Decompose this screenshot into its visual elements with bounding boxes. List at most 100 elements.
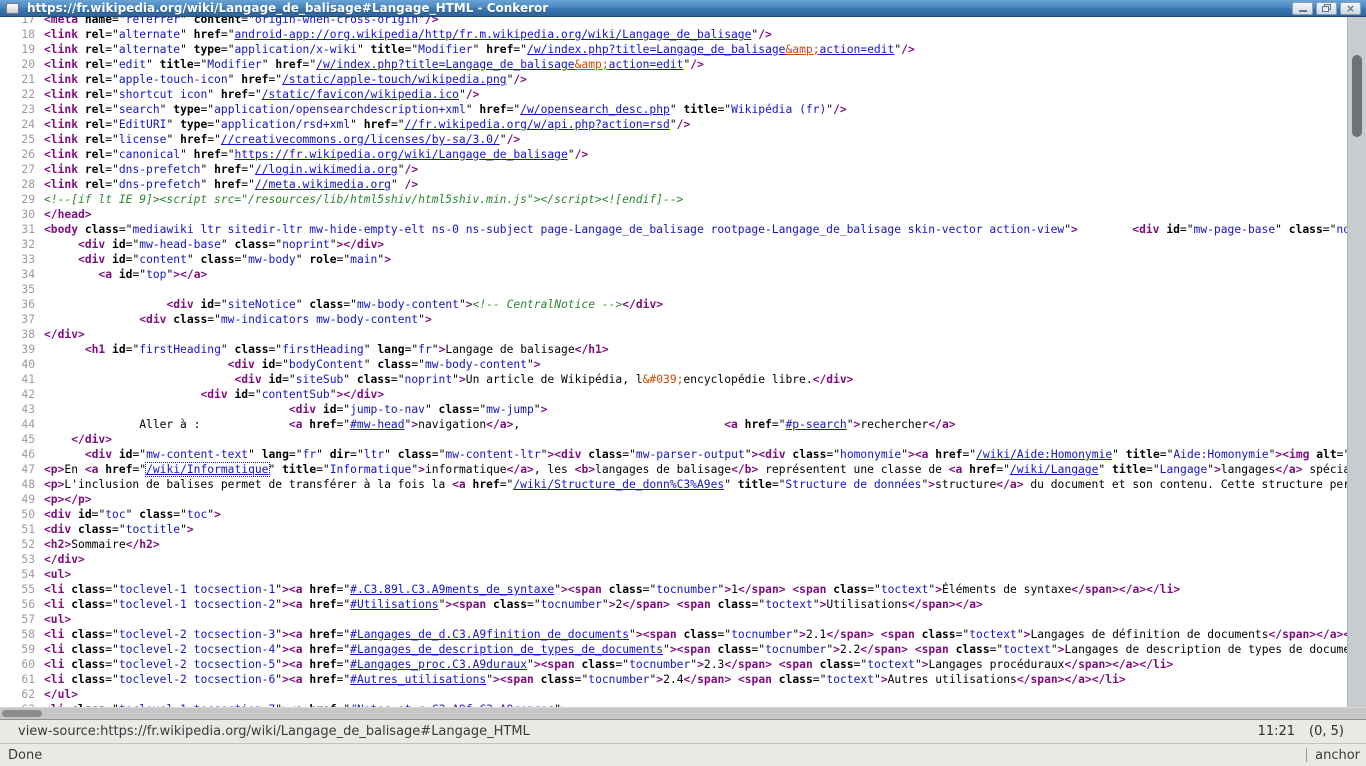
source-line: 53</div> bbox=[0, 552, 1366, 567]
source-token: Éléments de syntaxe bbox=[942, 583, 1071, 596]
mode-indicator: anchor bbox=[1315, 748, 1360, 763]
clock: 11:21 bbox=[1258, 724, 1295, 739]
source-link[interactable]: action=edit bbox=[609, 58, 684, 71]
source-line: 27<link rel="dns-prefetch" href="//login… bbox=[0, 162, 1366, 177]
source-token: dns-prefetch bbox=[119, 178, 201, 191]
source-token: class bbox=[398, 448, 432, 461]
source-link[interactable]: //login.wikimedia.org bbox=[255, 163, 398, 176]
source-link[interactable]: /static/apple-touch/wikipedia.png bbox=[282, 73, 506, 86]
source-token: =" bbox=[337, 628, 351, 641]
source-token: > bbox=[282, 673, 289, 686]
source-token: informatique bbox=[425, 463, 507, 476]
source-token: alt bbox=[1316, 448, 1336, 461]
source-link[interactable]: #Utilisations bbox=[350, 598, 438, 611]
source-link[interactable]: /w/index.php?title=Langage_de_balisage bbox=[316, 58, 574, 71]
source-link[interactable]: //meta.wikimedia.org bbox=[255, 178, 391, 191]
source-token: <p> bbox=[44, 463, 64, 476]
source-link[interactable]: #.C3.89l.C3.A9ments_de_syntaxe bbox=[350, 583, 554, 596]
source-token: class bbox=[541, 673, 575, 686]
source-link[interactable]: &amp; bbox=[575, 58, 609, 71]
minimize-button[interactable] bbox=[1292, 2, 1313, 15]
source-token: <div bbox=[166, 298, 193, 311]
source-link[interactable]: action=edit bbox=[820, 43, 895, 56]
source-token bbox=[44, 448, 85, 461]
source-token: main bbox=[350, 253, 377, 266]
line-number: 52 bbox=[0, 537, 35, 552]
source-token: application/rsd+xml bbox=[221, 118, 350, 131]
source-link[interactable]: /wiki/Informatique bbox=[146, 463, 268, 476]
source-token: href bbox=[309, 418, 336, 431]
restore-button[interactable] bbox=[1316, 2, 1337, 15]
horizontal-scrollbar[interactable] bbox=[0, 707, 1366, 719]
source-link[interactable]: //creativecommons.org/licenses/by-sa/3.0… bbox=[221, 133, 500, 146]
source-view[interactable]: 17<meta name="referrer" content="origin-… bbox=[0, 17, 1366, 707]
source-token: <div bbox=[139, 313, 166, 326]
source-token: 2.2 bbox=[840, 643, 860, 656]
source-token: " bbox=[200, 163, 214, 176]
source-token: class bbox=[139, 508, 173, 521]
source-token: <div bbox=[758, 448, 785, 461]
source-token: En bbox=[64, 463, 84, 476]
source-link[interactable]: https://fr.wikipedia.org/wiki/Langage_de… bbox=[235, 148, 568, 161]
source-token: href bbox=[194, 148, 221, 161]
source-token: > bbox=[799, 628, 806, 641]
source-token: <link bbox=[44, 118, 78, 131]
window-controls: × bbox=[1292, 2, 1366, 15]
source-link[interactable]: /static/favicon/wikipedia.ico bbox=[262, 88, 459, 101]
source-link[interactable]: &amp; bbox=[785, 43, 819, 56]
source-link[interactable]: /wiki/Structure_de_donn%C3%A9es bbox=[513, 478, 724, 491]
source-token: /> bbox=[425, 17, 439, 26]
source-link[interactable]: /wiki/Langage bbox=[1010, 463, 1098, 476]
source-token: " bbox=[262, 58, 276, 71]
source-token: > bbox=[418, 463, 425, 476]
source-token: " bbox=[166, 118, 180, 131]
window-icon bbox=[6, 3, 19, 14]
source-link[interactable]: #p-search bbox=[785, 418, 846, 431]
source-link[interactable]: #Langages_proc.C3.A9duraux bbox=[350, 658, 527, 671]
source-token: Aide:Homonymie bbox=[1173, 448, 1268, 461]
source-link[interactable]: /w/index.php?title=Langage_de_balisage bbox=[527, 43, 785, 56]
source-token bbox=[255, 358, 262, 371]
source-link[interactable]: #Autres_utilisations bbox=[350, 673, 486, 686]
source-link[interactable]: /w/opensearch_desc.php bbox=[520, 103, 670, 116]
vertical-scrollbar[interactable] bbox=[1347, 17, 1366, 707]
source-token: =" bbox=[241, 17, 255, 26]
source-link[interactable]: #mw-head bbox=[350, 418, 404, 431]
source-token: =" bbox=[105, 583, 119, 596]
source-line: 41 <div id="siteSub" class="noprint">Un … bbox=[0, 372, 1366, 387]
source-token: <a bbox=[949, 463, 963, 476]
horizontal-scrollbar-thumb[interactable] bbox=[2, 710, 42, 717]
vertical-scrollbar-thumb[interactable] bbox=[1352, 55, 1362, 137]
source-line: 18<link rel="alternate" href="android-ap… bbox=[0, 27, 1366, 42]
source-token: </div> bbox=[44, 328, 85, 341]
source-link[interactable]: #Langages_de_d.C3.A9finition_de_document… bbox=[350, 628, 629, 641]
source-token: </span> bbox=[1017, 673, 1065, 686]
source-token: /> bbox=[690, 58, 704, 71]
source-token: mw-jump bbox=[486, 403, 534, 416]
titlebar: https://fr.wikipedia.org/wiki/Langage_de… bbox=[0, 0, 1366, 17]
source-link[interactable]: #Langages_de_description_de_types_de_doc… bbox=[350, 643, 663, 656]
source-token: title bbox=[1112, 463, 1146, 476]
line-number: 27 bbox=[0, 162, 35, 177]
source-token: " bbox=[602, 598, 609, 611]
source-token: class bbox=[956, 643, 990, 656]
source-token: lang bbox=[377, 343, 404, 356]
source-token: > bbox=[670, 643, 677, 656]
source-link[interactable]: //fr.wikipedia.org/w/api.php?action=rsd bbox=[405, 118, 670, 131]
source-token: fr bbox=[303, 448, 317, 461]
source-token: </a> bbox=[1275, 463, 1302, 476]
minimize-icon bbox=[1299, 10, 1307, 12]
source-token: <a bbox=[289, 643, 303, 656]
source-token: =" bbox=[337, 643, 351, 656]
source-link[interactable]: /wiki/Aide:Homonymie bbox=[976, 448, 1112, 461]
source-link[interactable]: android-app://org.wikipedia/http/fr.m.wi… bbox=[235, 28, 752, 41]
source-token: class bbox=[71, 643, 105, 656]
line-number: 59 bbox=[0, 642, 35, 657]
source-token: " bbox=[670, 103, 684, 116]
source-line: 33 <div id="content" class="mw-body" rol… bbox=[0, 252, 1366, 267]
close-button[interactable]: × bbox=[1340, 2, 1361, 15]
source-token: toclevel-2 tocsection-5 bbox=[119, 658, 275, 671]
source-token bbox=[772, 658, 779, 671]
restore-icon bbox=[1322, 4, 1331, 12]
source-token: <div bbox=[228, 358, 255, 371]
